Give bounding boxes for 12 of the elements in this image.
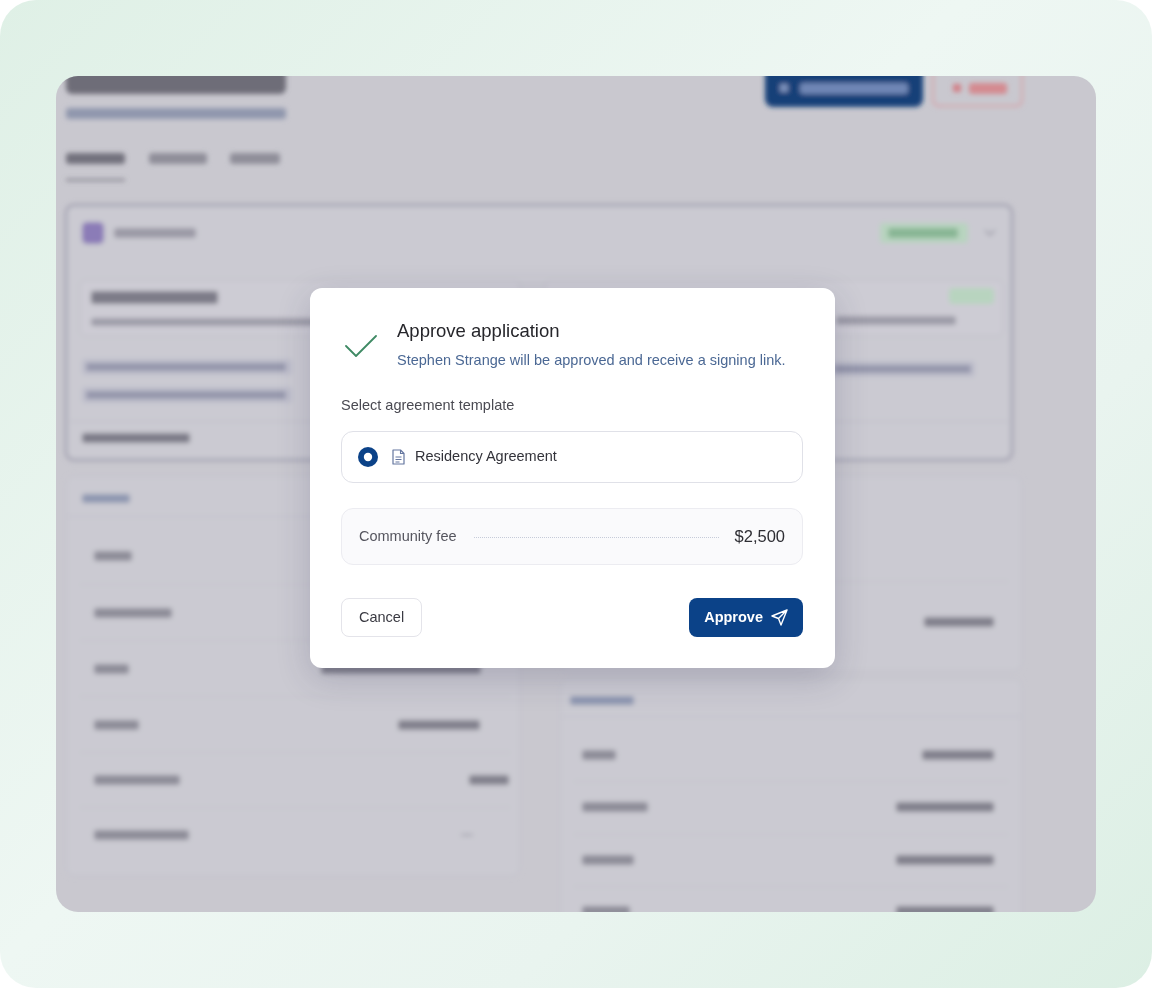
- check-icon: [345, 335, 377, 357]
- template-section-label: Select agreement template: [341, 396, 516, 415]
- cancel-button[interactable]: Cancel: [341, 598, 423, 637]
- send-icon: [771, 609, 788, 626]
- dialog-title: Approve application: [397, 320, 561, 342]
- radio-button[interactable]: [358, 447, 378, 467]
- approve-button[interactable]: Approve: [689, 598, 803, 637]
- template-option[interactable]: Residency Agreement: [341, 431, 803, 483]
- fee-amount: $2,500: [734, 526, 785, 548]
- document-icon: [392, 449, 405, 465]
- dialog-message: Stephen Strange will be approved and receive a signing link.: [397, 351, 786, 370]
- fee-label: Community fee: [359, 526, 457, 546]
